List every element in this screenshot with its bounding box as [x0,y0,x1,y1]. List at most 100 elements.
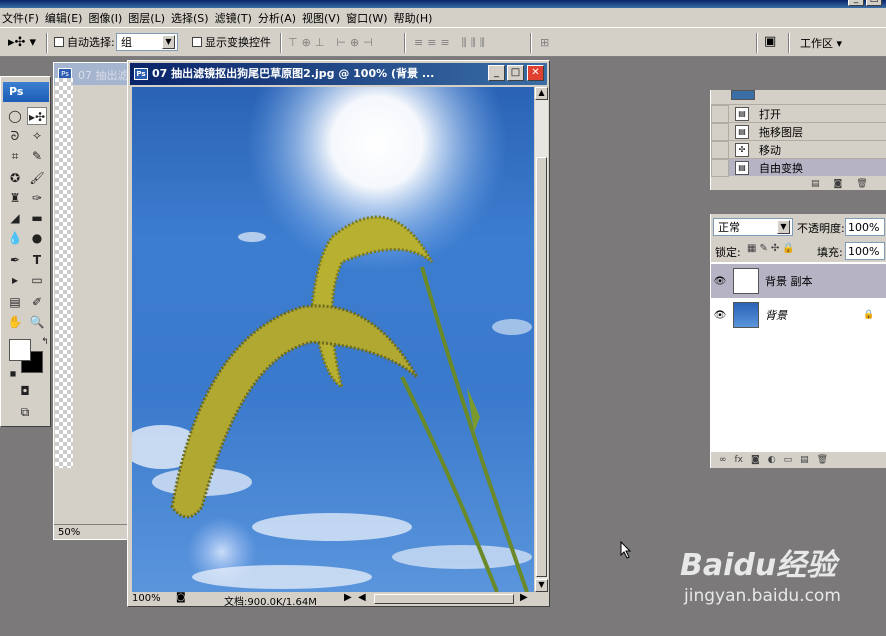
align-hcenter-icon[interactable]: ⊕ [350,36,359,49]
menu-select[interactable]: 选择(S) [171,10,215,26]
back-doc-zoom[interactable]: 50% [54,524,132,539]
shape-tool-icon[interactable]: ▭ [27,271,47,289]
menu-view[interactable]: 视图(V) [302,10,346,26]
vertical-scroll-thumb[interactable] [536,157,547,577]
menu-help[interactable]: 帮助(H) [394,10,439,26]
dodge-tool-icon[interactable]: ● [27,229,47,247]
notes-tool-icon[interactable]: ▤ [5,293,25,311]
horizontal-scroll-thumb[interactable] [374,594,514,604]
history-item[interactable]: ✣ 移动 [711,140,886,159]
history-brush-tool-icon[interactable]: ✑ [27,189,47,207]
eyedropper-tool-icon[interactable]: ✐ [27,293,47,311]
distribute-left-icon[interactable]: ⫼ [462,36,467,50]
adjustment-layer-icon[interactable]: ◐ [768,455,776,465]
layer-mask-icon[interactable]: ◙ [751,455,760,465]
lasso-tool-icon[interactable]: ᘐ [5,127,25,145]
menu-layer[interactable]: 图层(L) [128,10,171,26]
auto-select-dropdown[interactable]: 组 ▼ [116,33,178,51]
distribute-top-icon[interactable]: ≡ [414,36,423,50]
path-selection-tool-icon[interactable]: ▸ [5,271,25,289]
history-item-active[interactable]: ▤ 自由变换 [711,158,886,177]
healing-brush-tool-icon[interactable]: ✪ [5,169,25,187]
hand-tool-icon[interactable]: ✋ [5,313,25,331]
default-colors-icon[interactable]: ◼ [3,365,23,383]
swap-colors-icon[interactable]: ↰ [35,333,55,351]
align-vcenter-icon[interactable]: ⊕ [302,36,311,49]
align-left-icon[interactable]: ⊢ [336,36,346,49]
ps-doc-icon: Ps [134,68,148,80]
layer-row[interactable]: 👁 背景 🔒 [711,298,886,332]
lock-icons[interactable]: ▦✎✣🔒 [747,243,798,254]
delete-layer-icon[interactable]: 🗑 [817,455,828,465]
slice-tool-icon[interactable]: ✎ [27,147,47,165]
type-tool-icon[interactable]: T [27,251,47,269]
distribute-vcenter-icon[interactable]: ≡ [427,36,436,50]
baidu-logo: Baidu经验 [680,548,837,583]
align-right-icon[interactable]: ⊣ [363,36,373,49]
close-button[interactable]: ✕ [527,65,544,81]
menu-filter[interactable]: 滤镜(T) [215,10,258,26]
status-menu-icon[interactable]: ◙ [176,592,186,603]
align-bottom-icon[interactable]: ⊥ [315,36,325,49]
menu-file[interactable]: 文件(F) [2,10,45,26]
brush-tool-icon[interactable]: 🖌 [27,169,47,187]
move-tool-icon[interactable]: ▸✣ [27,107,47,125]
screen-mode-icon[interactable]: ⧉ [15,403,35,421]
document-window[interactable]: Ps 07 抽出滤镜抠出狗尾巴草原图2.jpg @ 100% (背景 ... _… [127,60,550,608]
snapshot-thumbnail[interactable] [731,90,755,100]
new-layer-icon[interactable]: ▤ [800,455,809,465]
scroll-down-icon[interactable]: ▼ [535,579,548,592]
snapshot-icon[interactable]: ◙ [834,179,843,189]
scroll-right-icon[interactable]: ▶ [520,592,528,603]
clone-stamp-tool-icon[interactable]: ♜ [5,189,25,207]
history-item[interactable]: ▤ 拖移图层 [711,122,886,141]
history-item[interactable]: ▤ 打开 [711,104,886,123]
distribute-right-icon[interactable]: ⫼ [480,36,485,50]
bridge-icon[interactable]: ▣ [764,34,776,49]
crop-tool-icon[interactable]: ⌗ [5,147,25,165]
layer-style-icon[interactable]: fx [735,455,744,465]
blend-mode-dropdown[interactable]: 正常 ▼ [713,218,793,236]
foreground-color-swatch-top[interactable] [9,339,31,361]
layer-row[interactable]: 👁 背景 副本 [711,264,886,298]
menu-analysis[interactable]: 分析(A) [258,10,302,26]
blur-tool-icon[interactable]: 💧 [5,229,25,247]
vertical-scrollbar[interactable]: ▲ ▼ [535,87,548,592]
gradient-tool-icon[interactable]: ▬ [27,209,47,227]
auto-select-checkbox[interactable]: 自动选择: [54,34,115,50]
distribute-hcenter-icon[interactable]: ⫼ [471,36,476,50]
menu-image[interactable]: 图像(I) [88,10,128,26]
align-top-icon[interactable]: ⊤ [288,36,298,49]
menu-edit[interactable]: 编辑(E) [45,10,89,26]
pen-tool-icon[interactable]: ✒ [5,251,25,269]
distribute-bottom-icon[interactable]: ≡ [440,36,449,50]
fill-field[interactable]: 100% [845,242,885,260]
new-document-from-state-icon[interactable]: ▤ [811,179,820,189]
zoom-tool-icon[interactable]: 🔍 [27,313,47,331]
zoom-field[interactable]: 100% [132,593,161,604]
document-title-bar[interactable]: Ps 07 抽出滤镜抠出狗尾巴草原图2.jpg @ 100% (背景 ... [130,63,547,85]
link-layers-icon[interactable]: ∞ [719,455,727,465]
workspace-dropdown[interactable]: 工作区 ▾ [800,35,842,51]
minimize-button[interactable]: _ [488,65,505,81]
opacity-field[interactable]: 100% [845,218,885,236]
auto-align-icon[interactable]: ⊞ [540,36,549,49]
show-transform-checkbox[interactable]: 显示变换控件 [192,34,271,50]
minimize-app-button[interactable]: _ [848,0,864,6]
image-canvas[interactable] [132,87,534,592]
new-group-icon[interactable]: ▭ [784,455,793,465]
scroll-left-icon[interactable]: ◀ [358,592,366,603]
magic-wand-tool-icon[interactable]: ✧ [27,127,47,145]
maximize-button[interactable]: □ [507,65,524,81]
status-arrow-icon[interactable]: ▶ [344,592,352,603]
menu-window[interactable]: 窗口(W) [346,10,393,26]
maximize-app-button[interactable]: □ [866,0,882,6]
eye-icon[interactable]: 👁 [711,310,729,321]
trash-icon[interactable]: 🗑 [856,179,867,189]
eraser-tool-icon[interactable]: ◢ [5,209,25,227]
move-tool-preset-icon[interactable]: ▸✣ ▾ [8,35,36,50]
scroll-up-icon[interactable]: ▲ [535,87,548,100]
eye-icon[interactable]: 👁 [711,276,729,287]
marquee-tool-icon[interactable]: ◯ [5,107,25,125]
quick-mask-icon[interactable]: ◘ [15,382,35,400]
